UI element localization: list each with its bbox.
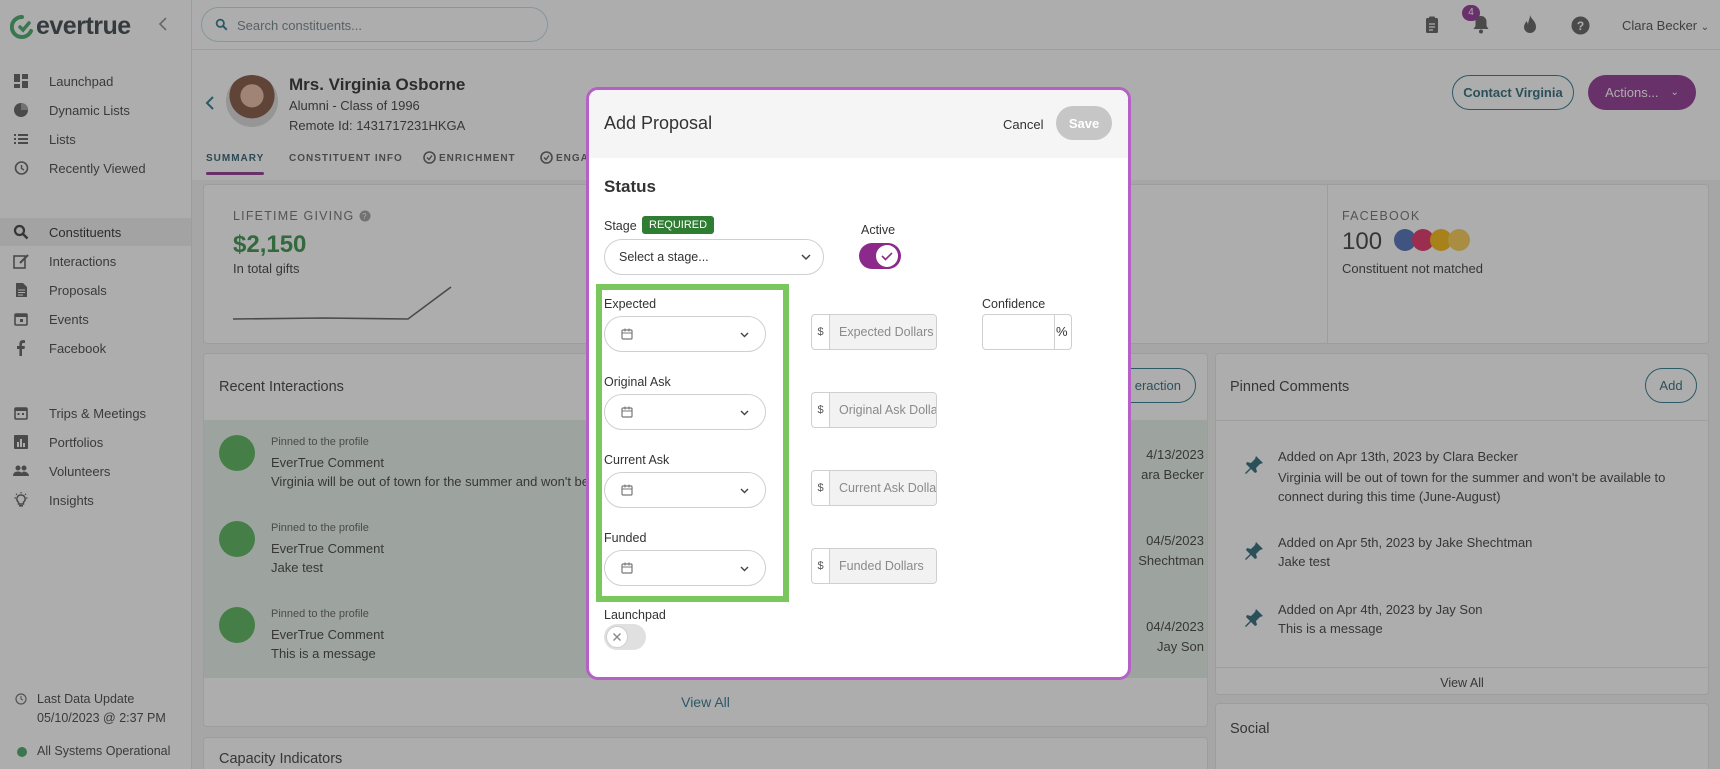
status-heading: Status: [604, 177, 656, 196]
modal-title: Add Proposal: [604, 113, 713, 133]
currency-symbol: $: [812, 315, 830, 349]
date-fields-highlight: [596, 284, 789, 602]
stage-select[interactable]: Select a stage...: [604, 239, 824, 275]
save-button[interactable]: Save: [1056, 106, 1112, 140]
funded-dollars-placeholder: Funded Dollars: [830, 549, 936, 583]
chevron-down-icon: [801, 254, 811, 261]
stage-placeholder: Select a stage...: [619, 250, 709, 264]
launchpad-toggle[interactable]: [604, 624, 646, 650]
confidence-label: Confidence: [982, 297, 1046, 311]
toggle-knob: [606, 626, 628, 648]
required-badge: REQUIRED: [642, 216, 715, 234]
current-ask-dollars-placeholder: Current Ask Dollars: [830, 471, 936, 505]
divider: [1054, 315, 1055, 349]
check-icon: [881, 252, 893, 261]
active-label: Active: [861, 223, 896, 237]
confidence-input[interactable]: %: [982, 314, 1072, 350]
launchpad-label: Launchpad: [604, 608, 666, 622]
cancel-button[interactable]: Cancel: [1003, 117, 1043, 132]
expected-dollars-placeholder: Expected Dollars: [830, 315, 936, 349]
stage-label: Stage: [604, 219, 637, 233]
percent-symbol: %: [1056, 324, 1068, 339]
currency-symbol: $: [812, 393, 830, 427]
add-proposal-modal: Add Proposal Cancel Save Status Stage RE…: [586, 87, 1131, 680]
funded-dollars-input[interactable]: $ Funded Dollars: [811, 548, 937, 584]
close-icon: [613, 633, 621, 641]
current-ask-dollars-input[interactable]: $ Current Ask Dollars: [811, 470, 937, 506]
currency-symbol: $: [812, 471, 830, 505]
active-toggle[interactable]: [859, 243, 901, 269]
original-ask-dollars-input[interactable]: $ Original Ask Dollars: [811, 392, 937, 428]
toggle-knob: [876, 245, 898, 267]
currency-symbol: $: [812, 549, 830, 583]
expected-dollars-input[interactable]: $ Expected Dollars: [811, 314, 937, 350]
original-ask-dollars-placeholder: Original Ask Dollars: [830, 393, 936, 427]
